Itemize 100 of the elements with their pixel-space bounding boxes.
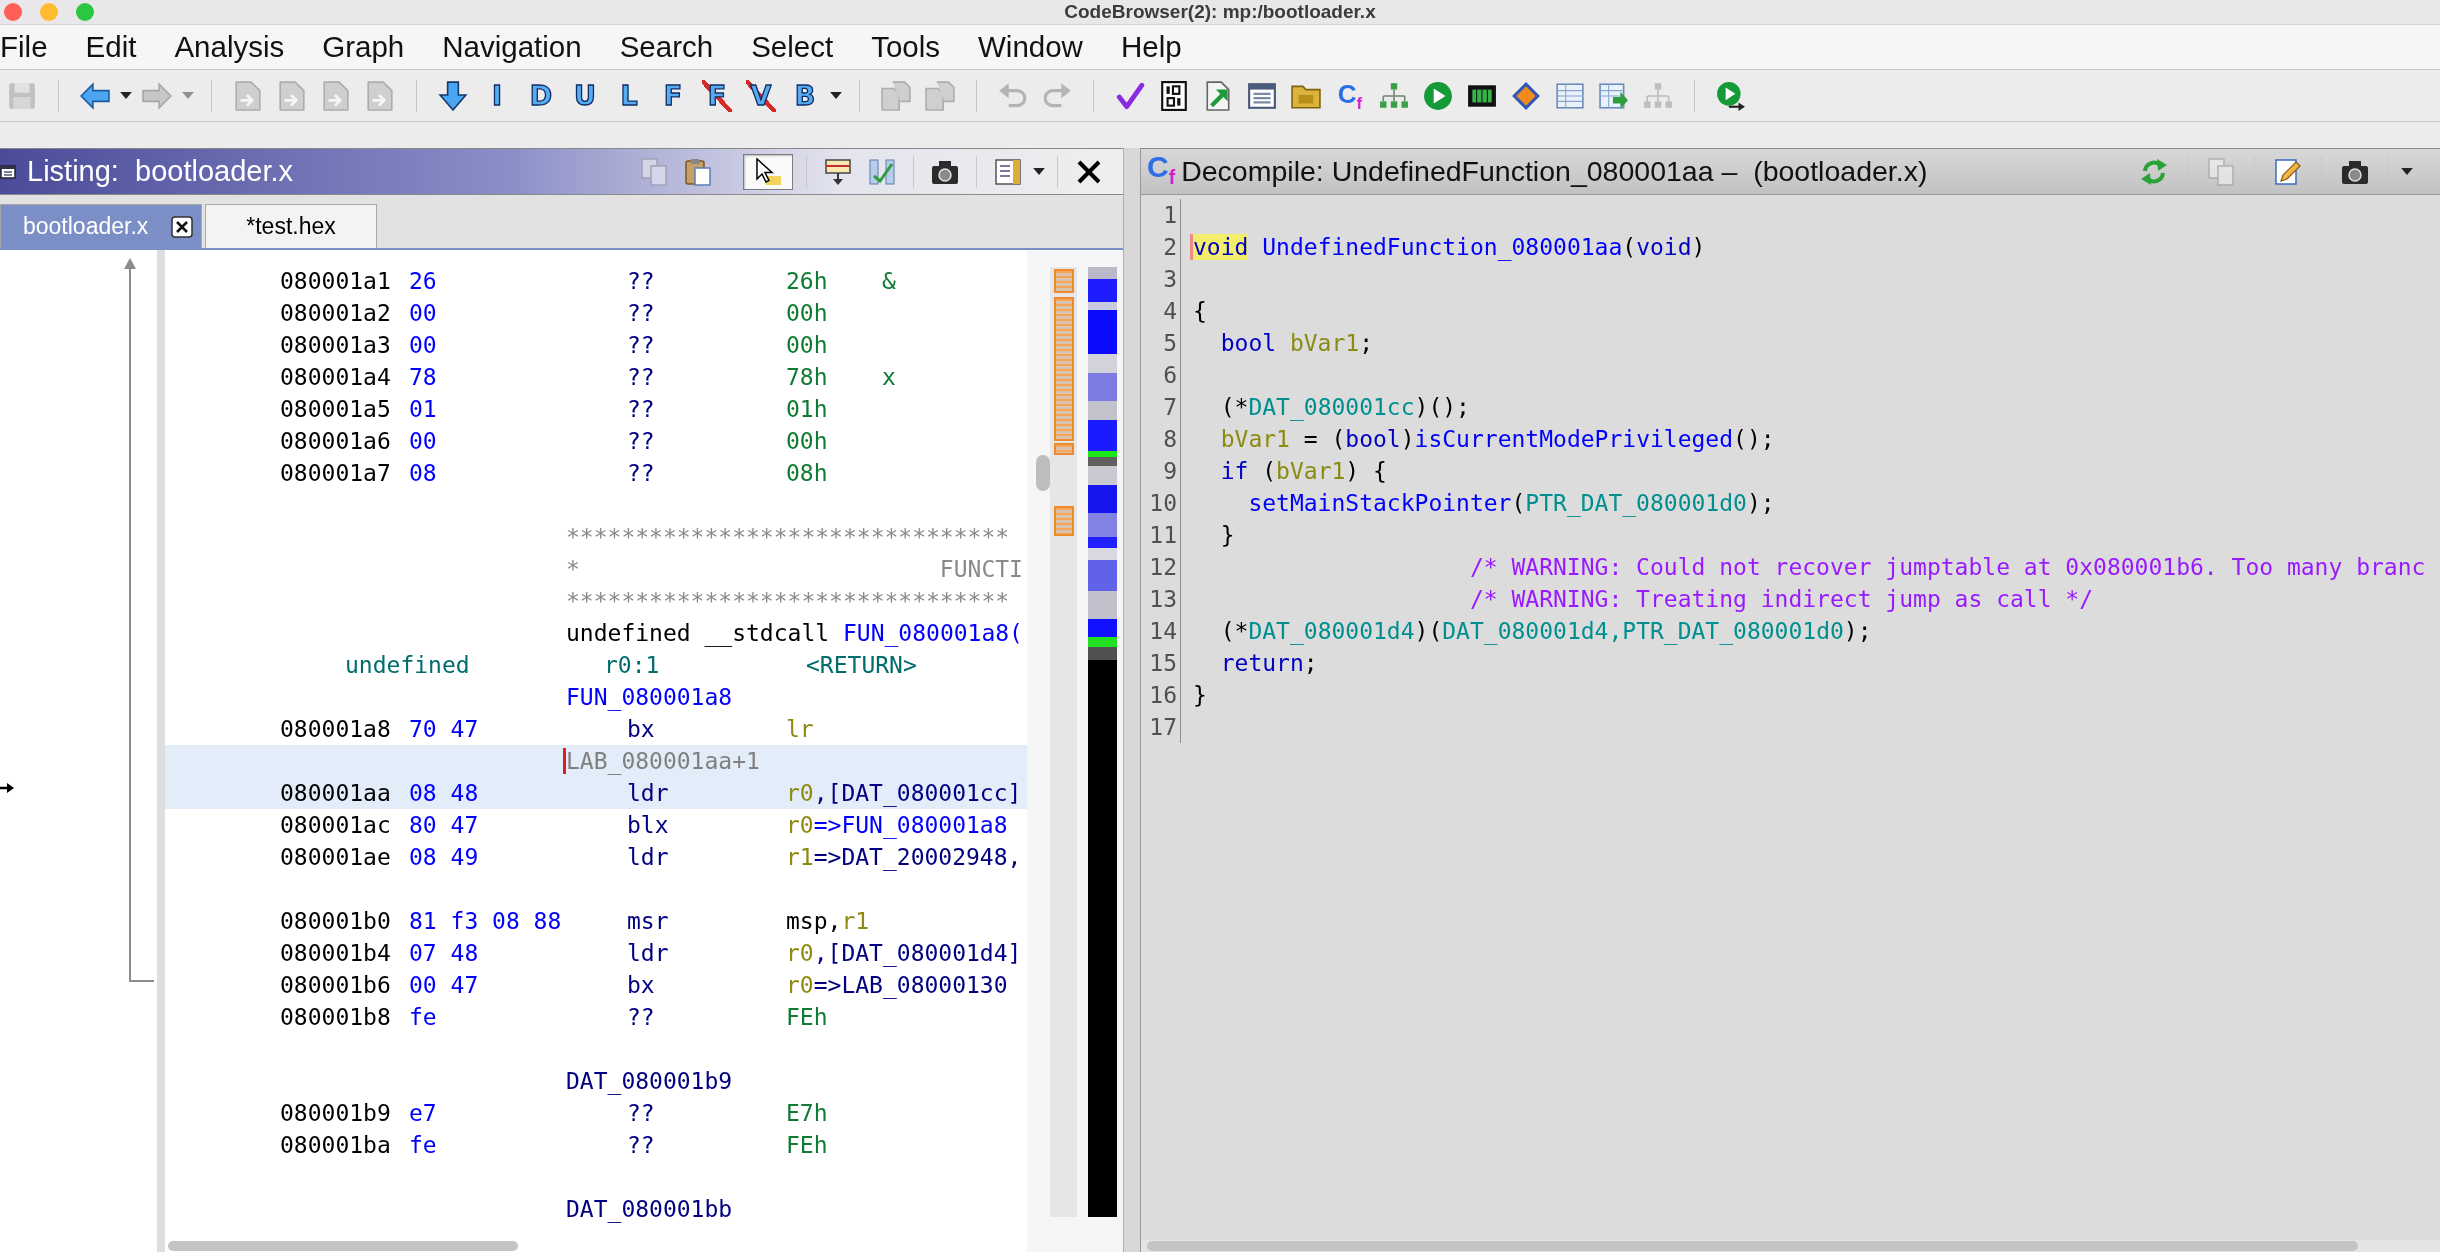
zoom-window-button[interactable] [76,3,94,21]
tab[interactable]: *test.hex [205,204,377,248]
line-number: 9 [1163,458,1177,484]
line-number: 3 [1163,266,1177,292]
menu-item[interactable]: Edit [85,30,137,64]
address: 080001ac [280,812,391,838]
byte-values: 70 47 [409,716,479,742]
menu-item[interactable]: Help [1120,30,1182,64]
address: 080001b9 [280,1100,391,1126]
mnemonic: bx [627,972,655,998]
byte-values: 08 49 [409,844,479,870]
line-number: 2 [1163,234,1177,260]
mnemonic: blx [627,812,669,838]
mnemonic: ?? [627,1100,655,1126]
operands: 01h [786,396,828,422]
table-arrow-icon[interactable] [1599,80,1629,111]
tree-icon[interactable] [1379,80,1409,111]
line-number: 8 [1163,426,1177,452]
address: 080001a5 [280,396,391,422]
byte-values: 26 [409,268,437,294]
character-preview: x [882,364,896,390]
code-comment: /* WARNING: Treating indirect jump as call */ [1469,586,2094,612]
menu-item[interactable]: Graph [322,30,405,64]
menu-item[interactable]: File [0,30,48,64]
address: 080001a3 [280,332,391,358]
overview-bar[interactable] [1088,267,1117,1217]
byte-values: 08 [409,460,437,486]
scrollbar-thumb[interactable] [1036,455,1050,491]
address: 080001a8 [280,716,391,742]
menu-item[interactable]: Search [619,30,714,64]
left-arrow-icon[interactable] [80,80,110,111]
menu-item[interactable]: Tools [871,30,940,64]
byte-values: 07 48 [409,940,479,966]
down-arrow-icon[interactable] [438,80,468,111]
marker-strip[interactable] [1053,297,1074,441]
address: 080001b0 [280,908,391,934]
decompiler-button[interactable]: C$_{f}$ [1335,79,1365,112]
banner-heading: FUNCTI [939,556,1023,582]
table-down-arrow-icon[interactable] [824,157,852,186]
bars-check-icon[interactable] [868,157,896,186]
window-list-icon[interactable] [1247,80,1277,111]
operands: lr [786,716,814,742]
character-preview: & [882,268,896,294]
caret-icon[interactable] [830,92,842,99]
operands: 78h [786,364,828,390]
marker-strip[interactable] [1053,269,1074,293]
edit-icon[interactable] [2274,157,2302,186]
byte-values: 81 f3 08 88 [409,908,562,934]
address: 080001b4 [280,940,391,966]
table-icon[interactable] [1555,80,1585,111]
caret-icon[interactable] [120,92,132,99]
return-name: <RETURN> [806,652,917,678]
caret-icon[interactable] [1033,168,1045,175]
refresh-icon[interactable] [2140,157,2168,186]
mnemonic: ldr [627,844,669,870]
code-line: } [1220,522,1235,548]
mnemonic: ldr [627,940,669,966]
panel-title: Listing: bootloader.x [27,155,293,188]
comment-banner-text: * [566,556,580,582]
operands: msp,r1 [786,908,870,934]
menu-item[interactable]: Navigation [442,30,582,64]
code-line: (*DAT_080001d4)(DAT_080001d4,PTR_DAT_080001d0); [1220,618,1872,644]
close-window-button[interactable] [4,3,22,21]
close-icon[interactable] [171,215,193,238]
line-number: 4 [1163,298,1177,324]
scrollbar-thumb[interactable] [1147,1241,2358,1251]
mnemonic: ?? [627,364,655,390]
caret-icon[interactable] [2401,168,2413,175]
binary-document-icon[interactable] [1159,80,1189,111]
marker-strip[interactable] [1053,443,1074,455]
scrollbar-thumb[interactable] [168,1241,518,1251]
document-arrow-icon[interactable] [1203,80,1233,111]
panel-title: Decompile: UndefinedFunction_080001aa – (bootloader.x) [1181,155,1928,188]
label: FUN_080001a8 [566,684,733,710]
address: 080001ae [280,844,391,870]
row-highlight[interactable]: 080001aa 08 48 ldr r0,[DAT_080001cc] [165,777,1027,809]
menu-item[interactable]: Window [978,30,1083,64]
marker-strip[interactable] [1053,506,1074,536]
menu-item[interactable]: Analysis [174,30,285,64]
play-arrow-icon[interactable] [1716,80,1746,111]
return-type: undefined [345,652,470,678]
menu-item[interactable]: Select [751,30,834,64]
mnemonic: ldr [627,780,669,806]
toggle-button[interactable] [743,153,793,190]
byte-values: 00 [409,428,437,454]
column-layout-icon[interactable] [994,157,1022,186]
play-icon[interactable] [1423,80,1453,111]
check-icon[interactable] [1115,80,1145,111]
code-line: setMainStackPointer(PTR_DAT_080001d0); [1248,490,1775,516]
operands: r0,[DAT_080001d4] [786,940,1022,966]
address: 080001b8 [280,1004,391,1030]
line-number: 12 [1149,554,1177,580]
operands: 26h [786,268,828,294]
diamond-icon[interactable] [1511,80,1541,111]
code-line: (*DAT_080001cc)(); [1220,394,1470,420]
window-list-icon [0,163,16,180]
line-number: 17 [1149,714,1177,740]
address: 080001a6 [280,428,391,454]
byte-values: 00 [409,300,437,326]
paste-icon[interactable] [684,157,712,186]
